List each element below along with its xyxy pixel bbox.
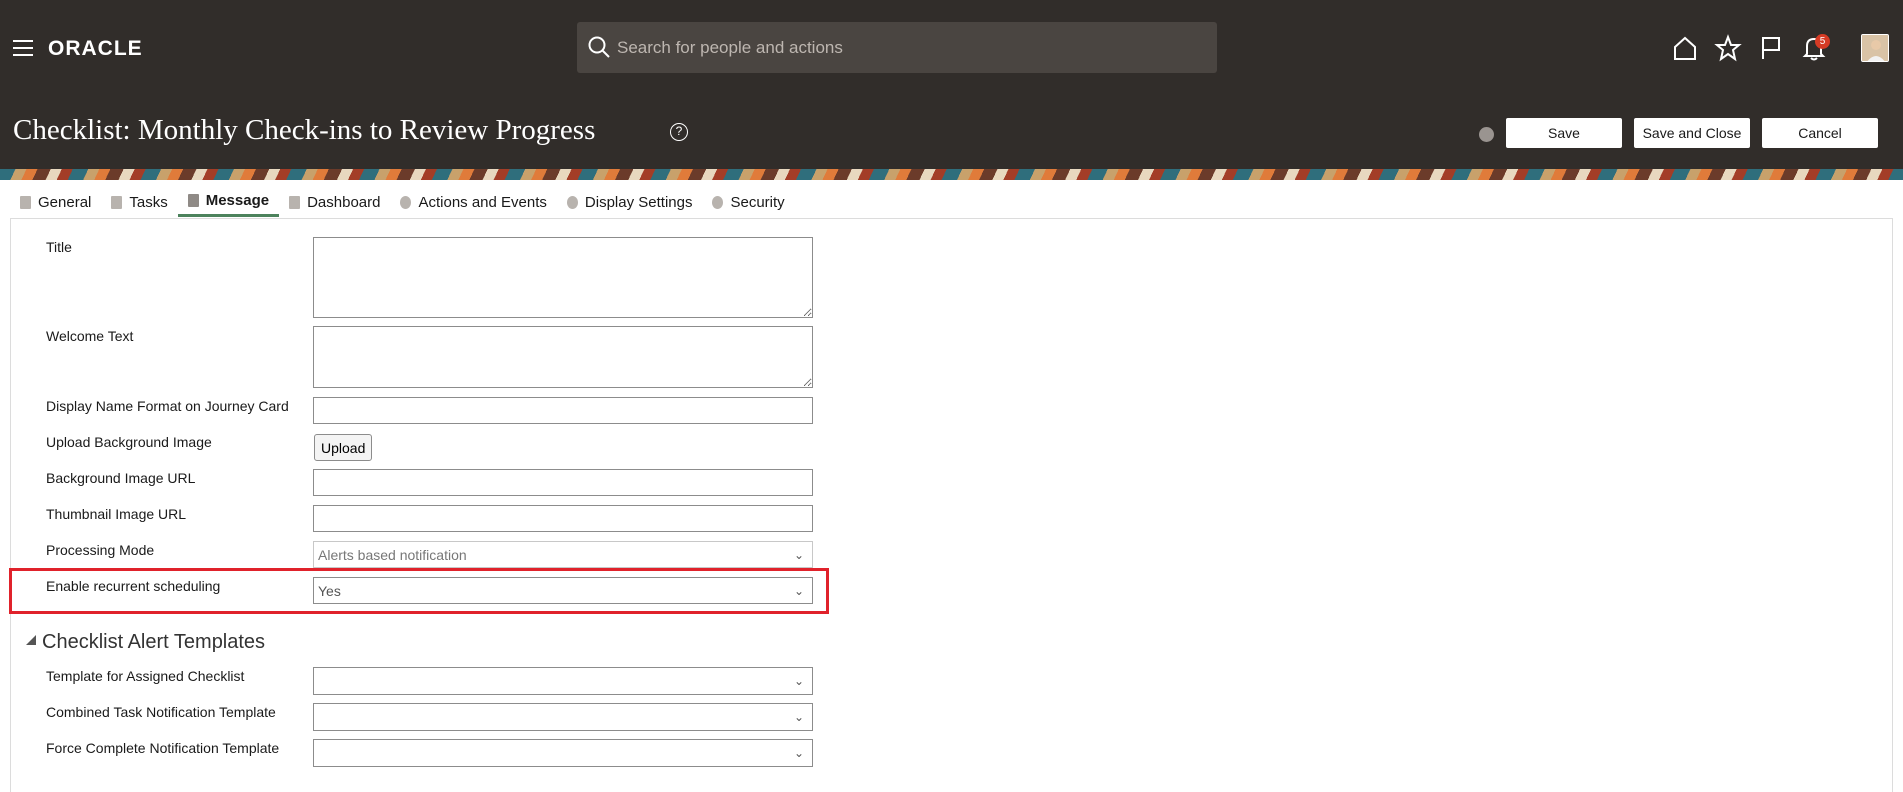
chevron-down-icon: ⌄: [793, 548, 804, 562]
tab-general[interactable]: General: [10, 187, 101, 217]
section-title: Checklist Alert Templates: [42, 631, 266, 653]
save-button[interactable]: Save: [1505, 117, 1623, 149]
flag-icon[interactable]: [1757, 34, 1785, 62]
tab-tasks[interactable]: Tasks: [101, 187, 177, 217]
global-search[interactable]: [577, 22, 1217, 73]
search-input[interactable]: [617, 22, 1207, 73]
processing-mode-value: Alerts based notification: [318, 547, 467, 563]
tab-label: Dashboard: [307, 193, 381, 211]
chevron-down-icon: ⌄: [793, 584, 804, 598]
chevron-down-icon: ⌄: [793, 674, 804, 688]
background-url-label: Background Image URL: [46, 470, 196, 486]
dashboard-icon: [289, 195, 301, 209]
security-icon: [712, 195, 724, 209]
avatar-image: [1862, 35, 1888, 61]
tab-label: General: [38, 193, 92, 211]
tab-security[interactable]: Security: [702, 187, 794, 217]
recurrent-scheduling-select[interactable]: Yes ⌄: [313, 577, 813, 604]
search-icon: [588, 36, 610, 58]
global-header: ORACLE 5: [0, 0, 1903, 97]
combined-template-select[interactable]: ⌄: [313, 703, 813, 731]
document-icon: [20, 195, 31, 209]
recurrent-scheduling-value: Yes: [318, 583, 341, 599]
upload-background-label: Upload Background Image: [46, 434, 212, 450]
home-icon[interactable]: [1671, 34, 1699, 62]
clipboard-icon: [111, 195, 123, 209]
processing-mode-select: Alerts based notification ⌄: [313, 541, 813, 568]
thumbnail-url-label: Thumbnail Image URL: [46, 506, 187, 522]
message-panel: [10, 219, 1893, 792]
title-textarea[interactable]: [313, 237, 813, 318]
combined-template-label: Combined Task Notification Template: [46, 704, 276, 720]
welcome-text-textarea[interactable]: [313, 326, 813, 388]
tab-dashboard[interactable]: Dashboard: [279, 187, 390, 217]
tab-label: Display Settings: [584, 193, 693, 211]
thumbnail-url-input[interactable]: [313, 505, 813, 532]
help-icon[interactable]: ?: [670, 123, 688, 141]
collapse-triangle-icon: [26, 635, 36, 645]
page-title: Checklist: Monthly Check-ins to Review P…: [13, 114, 596, 146]
tab-actions-and-events[interactable]: Actions and Events: [390, 187, 556, 217]
tab-label: Message: [205, 192, 270, 209]
globe-icon[interactable]: [1479, 127, 1494, 142]
user-avatar[interactable]: [1861, 34, 1889, 62]
display-name-format-input[interactable]: [313, 397, 813, 424]
oracle-logo[interactable]: ORACLE: [48, 37, 143, 61]
assigned-template-label: Template for Assigned Checklist: [46, 668, 245, 684]
tab-message[interactable]: Message: [177, 187, 280, 217]
display-name-format-label: Display Name Format on Journey Card: [46, 398, 289, 414]
recurrent-scheduling-label: Enable recurrent scheduling: [46, 578, 221, 594]
tab-bar: General Tasks Message Dashboard Actions …: [10, 187, 795, 217]
save-and-close-button[interactable]: Save and Close: [1633, 117, 1751, 149]
assigned-template-select[interactable]: ⌄: [313, 667, 813, 695]
force-complete-template-label: Force Complete Notification Template: [46, 740, 280, 756]
menu-icon[interactable]: [13, 40, 33, 56]
background-url-input[interactable]: [313, 469, 813, 496]
display-icon: [566, 195, 578, 209]
cancel-button[interactable]: Cancel: [1761, 117, 1879, 149]
upload-button[interactable]: Upload: [314, 434, 373, 461]
processing-mode-label: Processing Mode: [46, 542, 155, 558]
title-label: Title: [46, 239, 72, 255]
tab-display-settings[interactable]: Display Settings: [557, 187, 703, 217]
checklist-alert-templates-header[interactable]: Checklist Alert Templates: [26, 631, 265, 654]
notification-badge: 5: [1815, 34, 1830, 49]
favorites-icon[interactable]: [1714, 34, 1742, 62]
tab-label: Security: [730, 193, 785, 211]
welcome-text-label: Welcome Text: [46, 328, 134, 344]
tab-label: Actions and Events: [418, 193, 547, 211]
message-icon: [187, 194, 199, 207]
chevron-down-icon: ⌄: [793, 746, 804, 760]
gears-icon: [400, 195, 412, 209]
tab-label: Tasks: [129, 193, 168, 211]
chevron-down-icon: ⌄: [793, 710, 804, 724]
decorative-banner: [0, 169, 1903, 180]
force-complete-template-select[interactable]: ⌄: [313, 739, 813, 767]
